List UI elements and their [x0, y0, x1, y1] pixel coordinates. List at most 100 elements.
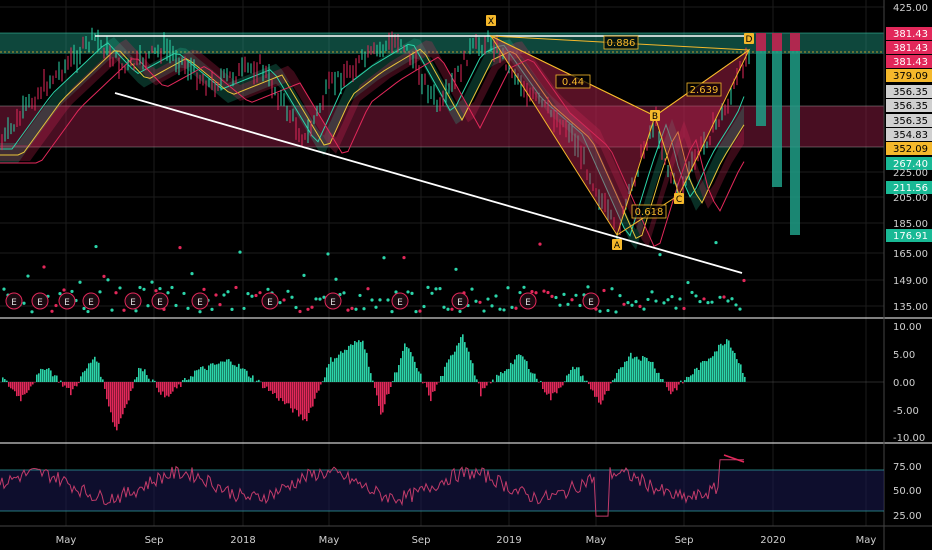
earnings-marker[interactable]: E: [31, 292, 49, 310]
volume-dot: [386, 298, 390, 302]
volume-dot: [370, 298, 374, 302]
osc-bar: [516, 355, 518, 382]
chart-stage: X A B C D 0.886 0.44 2.639 0.618 E E E E E E E E E E E E E 3…: [0, 0, 932, 550]
osc-bar: [672, 382, 674, 392]
price-tag[interactable]: 176.91: [886, 229, 932, 242]
osc-bar: [248, 376, 250, 382]
osc-bar: [8, 382, 10, 387]
osc-bar: [462, 334, 464, 382]
osc-bar: [174, 382, 176, 388]
osc-bar: [138, 367, 140, 382]
price-tag[interactable]: 356.35: [886, 99, 932, 112]
earnings-marker[interactable]: E: [5, 292, 23, 310]
volume-dot: [42, 265, 46, 269]
price-tag[interactable]: 381.43: [886, 27, 932, 40]
price-tag-label: 356.35: [893, 101, 928, 112]
volume-dot: [402, 256, 406, 260]
volume-dot: [646, 297, 650, 302]
osc-bar: [172, 382, 174, 392]
volume-dot: [522, 285, 526, 289]
earnings-marker[interactable]: E: [519, 292, 537, 310]
osc-bar: [192, 376, 194, 382]
rsi-axis[interactable]: 75.00 50.00 25.00: [893, 462, 922, 522]
volume-dot: [566, 302, 570, 306]
osc-bar: [20, 382, 22, 402]
volume-dot: [174, 303, 178, 308]
volume-dot: [278, 301, 282, 305]
rsi-axis-tick: 50.00: [893, 486, 922, 497]
volume-dot: [706, 301, 710, 305]
osc-bar: [108, 382, 110, 407]
osc-bar: [564, 381, 566, 382]
osc-bar: [278, 382, 280, 401]
price-tag[interactable]: 354.83: [886, 128, 932, 141]
price-tag-label: 381.43: [893, 43, 928, 54]
osc-bar: [734, 352, 736, 382]
rsi-axis-tick: 75.00: [893, 462, 922, 473]
osc-bar: [578, 367, 580, 382]
osc-bar: [290, 382, 292, 409]
pattern-point-x: X: [486, 15, 496, 27]
osc-bar: [314, 382, 316, 399]
price-tag[interactable]: 352.09: [886, 142, 932, 155]
osc-bar: [440, 376, 442, 382]
volume-dot: [298, 309, 302, 314]
projection-cap-3: [790, 33, 800, 51]
osc-bar: [272, 382, 274, 394]
earnings-marker[interactable]: E: [391, 292, 409, 310]
price-tag[interactable]: 379.09: [886, 69, 932, 82]
earnings-marker[interactable]: E: [191, 292, 209, 310]
osc-bar: [398, 365, 400, 382]
osc-bar: [560, 382, 562, 388]
earnings-marker[interactable]: E: [582, 292, 600, 310]
osc-bar: [246, 370, 248, 382]
earnings-label: E: [588, 298, 594, 308]
osc-bar: [96, 361, 98, 382]
osc-bar: [212, 363, 214, 382]
volume-dot: [226, 290, 230, 294]
osc-bar: [640, 360, 642, 382]
volume-dot: [482, 309, 486, 313]
osc-bar: [514, 359, 516, 382]
osc-bar: [218, 363, 220, 382]
price-axis-tick: 135.00: [893, 302, 928, 313]
earnings-label: E: [525, 298, 531, 308]
osc-bar: [710, 357, 712, 382]
volume-dot: [414, 309, 418, 314]
osc-bar: [618, 369, 620, 382]
osc-bar: [414, 361, 416, 382]
earnings-marker[interactable]: E: [124, 292, 142, 310]
chart-svg[interactable]: X A B C D 0.886 0.44 2.639 0.618 E E E E E E E E E E E E E 3…: [0, 0, 932, 550]
earnings-marker[interactable]: E: [451, 292, 469, 310]
volume-dot: [718, 295, 722, 299]
osc-bar: [202, 366, 204, 382]
price-tag[interactable]: 356.35: [886, 114, 932, 127]
price-tag[interactable]: 381.43: [886, 55, 932, 68]
osc-bar: [132, 382, 134, 389]
osc-bar: [726, 339, 728, 382]
osc-bar: [264, 382, 266, 389]
osc-bar: [562, 382, 564, 386]
price-tag[interactable]: 381.43: [886, 41, 932, 54]
volume-dot: [286, 289, 290, 293]
earnings-label: E: [37, 298, 43, 308]
osc-bar: [634, 357, 636, 382]
osc-bar: [590, 382, 592, 390]
earnings-marker[interactable]: E: [82, 292, 100, 310]
price-tag[interactable]: 356.35: [886, 85, 932, 98]
osc-bar: [548, 382, 550, 394]
volume-dot: [82, 306, 86, 311]
pattern-ratio: 0.44: [555, 74, 591, 89]
earnings-marker[interactable]: E: [151, 292, 169, 310]
osc-bar: [168, 382, 170, 397]
osc-bar: [468, 351, 470, 382]
earnings-marker[interactable]: E: [324, 292, 342, 310]
volume-dot: [222, 293, 226, 297]
earnings-marker[interactable]: E: [261, 292, 279, 310]
volume-dot: [674, 306, 678, 310]
osc-bar: [738, 363, 740, 382]
volume-dot: [78, 280, 82, 284]
osc-bar: [392, 381, 394, 382]
osc-bar: [418, 371, 420, 382]
earnings-marker[interactable]: E: [58, 292, 76, 310]
